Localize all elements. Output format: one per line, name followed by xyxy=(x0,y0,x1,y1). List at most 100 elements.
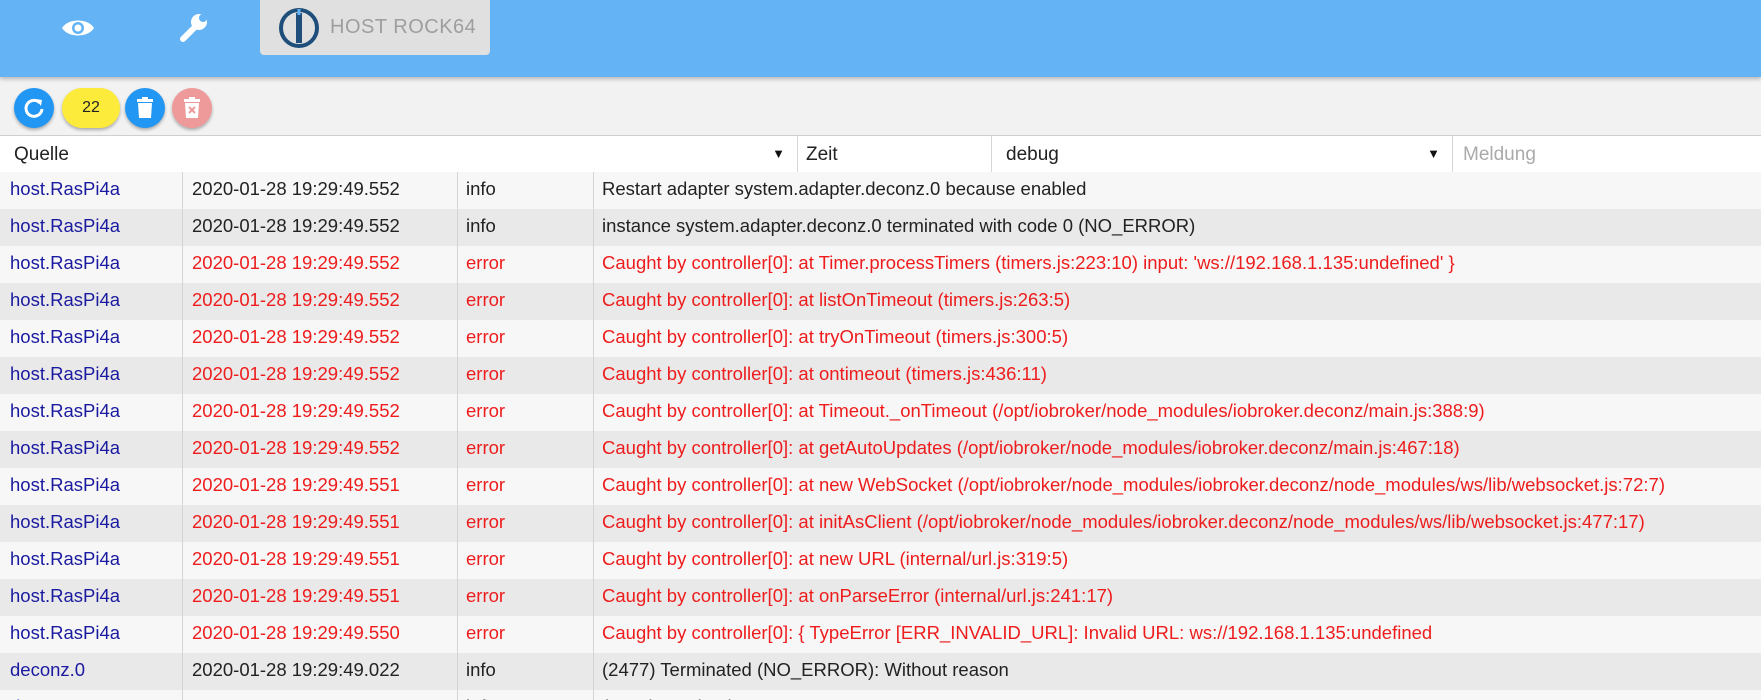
log-row: host.RasPi4a 2020-01-28 19:29:49.552 info R… xyxy=(0,172,1761,209)
log-row: host.RasPi4a 2020-01-28 19:29:49.551 error… xyxy=(0,579,1761,616)
log-severity: info xyxy=(458,172,594,209)
log-count-value: 22 xyxy=(82,99,100,116)
severity-filter-value: debug xyxy=(1006,143,1059,165)
log-time: 2020-01-28 19:29:49.552 xyxy=(183,172,458,209)
severity-filter-select[interactable]: debug ▼ xyxy=(992,136,1453,173)
log-severity: error xyxy=(458,283,594,320)
log-message: Restart adapter system.adapter.deconz.0 … xyxy=(602,178,1087,199)
host-label: HOST ROCK64 xyxy=(330,16,477,38)
dropdown-arrow-icon: ▼ xyxy=(1427,146,1440,161)
log-time: 2020-01-28 19:29:49.552 xyxy=(183,394,458,431)
host-tab[interactable]: HOST ROCK64 xyxy=(260,0,490,55)
log-source: host.RasPi4a xyxy=(0,246,183,283)
log-message: Caught by controller[0]: at Timeout._onT… xyxy=(602,400,1485,421)
log-severity: info xyxy=(458,653,594,690)
log-message: (2477) terminating xyxy=(594,690,1761,700)
trash-x-icon xyxy=(184,97,200,118)
log-time: 2020-01-28 19:29:49.552 xyxy=(183,283,458,320)
source-filter-label: Quelle xyxy=(14,143,69,165)
log-time: 2020-01-28 19:29:49.551 xyxy=(183,542,458,579)
log-row: deconz.0 2020-01-28 19:29:49.022 info (2477… xyxy=(0,653,1761,690)
log-time: 2020-01-28 19:29:49.021 xyxy=(183,690,458,700)
log-row: host.RasPi4a 2020-01-28 19:29:49.551 error… xyxy=(0,468,1761,505)
log-source: host.RasPi4a xyxy=(0,209,183,246)
log-message: Caught by controller[0]: { TypeError [ER… xyxy=(602,622,1433,643)
log-row: host.RasPi4a 2020-01-28 19:29:49.550 error… xyxy=(0,616,1761,653)
log-severity: error xyxy=(458,505,594,542)
log-time: 2020-01-28 19:29:49.552 xyxy=(183,431,458,468)
log-row: host.RasPi4a 2020-01-28 19:29:49.551 error… xyxy=(0,505,1761,542)
log-time: 2020-01-28 19:29:49.552 xyxy=(183,209,458,246)
message-filter-cell xyxy=(1453,135,1761,174)
log-message: Caught by controller[0]: at Timer.proces… xyxy=(602,252,1455,273)
log-source: host.RasPi4a xyxy=(0,542,183,579)
log-message: instance system.adapter.deconz.0 termina… xyxy=(602,215,1196,236)
log-row: host.RasPi4a 2020-01-28 19:29:49.552 error… xyxy=(0,431,1761,468)
log-row: host.RasPi4a 2020-01-28 19:29:49.552 error… xyxy=(0,394,1761,431)
top-app-bar: HOST ROCK64 xyxy=(0,0,1761,77)
dropdown-arrow-icon: ▼ xyxy=(772,146,785,161)
source-filter-select[interactable]: Quelle ▼ xyxy=(0,136,798,173)
log-severity: error xyxy=(458,616,594,653)
log-source: host.RasPi4a xyxy=(0,394,183,431)
log-message: Caught by controller[0]: at new WebSocke… xyxy=(602,474,1665,495)
trash-icon xyxy=(137,97,153,118)
log-row: host.RasPi4a 2020-01-28 19:29:49.551 error… xyxy=(0,542,1761,579)
log-row: host.RasPi4a 2020-01-28 19:29:49.552 error… xyxy=(0,357,1761,394)
log-severity: error xyxy=(458,468,594,505)
refresh-icon xyxy=(24,98,44,118)
log-source: host.RasPi4a xyxy=(0,579,183,616)
log-time: 2020-01-28 19:29:49.552 xyxy=(183,357,458,394)
log-message: Caught by controller[0]: at listOnTimeou… xyxy=(602,289,1071,310)
wrench-icon[interactable] xyxy=(174,10,214,46)
log-time: 2020-01-28 19:29:49.552 xyxy=(183,320,458,357)
delete-log-button[interactable] xyxy=(125,88,165,128)
log-message: (2477) Terminated (NO_ERROR): Without re… xyxy=(602,659,1009,680)
log-row: host.RasPi4a 2020-01-28 19:29:49.552 info i… xyxy=(0,209,1761,246)
log-severity: error xyxy=(458,320,594,357)
log-time: 2020-01-28 19:29:49.552 xyxy=(183,246,458,283)
log-source: host.RasPi4a xyxy=(0,320,183,357)
log-severity: info xyxy=(458,690,594,700)
log-severity: error xyxy=(458,246,594,283)
log-message: Caught by controller[0]: at getAutoUpdat… xyxy=(602,437,1460,458)
log-severity: error xyxy=(458,542,594,579)
time-column-label: Zeit xyxy=(806,143,838,165)
refresh-button[interactable] xyxy=(14,88,54,128)
log-severity: info xyxy=(458,209,594,246)
log-toolbar: 22 xyxy=(0,86,1761,136)
log-message: Caught by controller[0]: at new URL (int… xyxy=(602,548,1069,569)
log-row: deconz.02020-01-28 19:29:49.021info(2477… xyxy=(0,690,1761,700)
log-time: 2020-01-28 19:29:49.551 xyxy=(183,579,458,616)
log-source: host.RasPi4a xyxy=(0,616,183,653)
log-row: host.RasPi4a 2020-01-28 19:29:49.552 error… xyxy=(0,246,1761,283)
log-source: host.RasPi4a xyxy=(0,172,183,209)
log-source: host.RasPi4a xyxy=(0,357,183,394)
log-severity: error xyxy=(458,357,594,394)
iobroker-logo-icon xyxy=(279,7,319,48)
log-time: 2020-01-28 19:29:49.550 xyxy=(183,616,458,653)
log-filter-bar: Quelle ▼ Zeit debug ▼ xyxy=(0,135,1761,174)
log-message: Caught by controller[0]: at onParseError… xyxy=(602,585,1114,606)
delete-log-file-button[interactable] xyxy=(172,88,212,128)
log-severity: error xyxy=(458,579,594,616)
log-source: host.RasPi4a xyxy=(0,283,183,320)
log-message: Caught by controller[0]: at initAsClient… xyxy=(602,511,1645,532)
log-message: Caught by controller[0]: at ontimeout (t… xyxy=(602,363,1047,384)
log-time: 2020-01-28 19:29:49.022 xyxy=(183,653,458,690)
log-source: deconz.0 xyxy=(0,653,183,690)
message-filter-input[interactable] xyxy=(1453,135,1761,174)
log-count-badge[interactable]: 22 xyxy=(62,88,120,128)
log-severity: error xyxy=(458,394,594,431)
time-column-header: Zeit xyxy=(798,136,992,173)
log-source: deconz.0 xyxy=(0,690,183,700)
log-time: 2020-01-28 19:29:49.551 xyxy=(183,468,458,505)
log-table: host.RasPi4a 2020-01-28 19:29:49.552 info R… xyxy=(0,172,1761,700)
log-row: host.RasPi4a 2020-01-28 19:29:49.552 error… xyxy=(0,283,1761,320)
log-row: host.RasPi4a 2020-01-28 19:29:49.552 error… xyxy=(0,320,1761,357)
log-time: 2020-01-28 19:29:49.551 xyxy=(183,505,458,542)
log-message: Caught by controller[0]: at tryOnTimeout… xyxy=(602,326,1069,347)
log-source: host.RasPi4a xyxy=(0,431,183,468)
eye-icon[interactable] xyxy=(58,10,98,46)
log-source: host.RasPi4a xyxy=(0,468,183,505)
